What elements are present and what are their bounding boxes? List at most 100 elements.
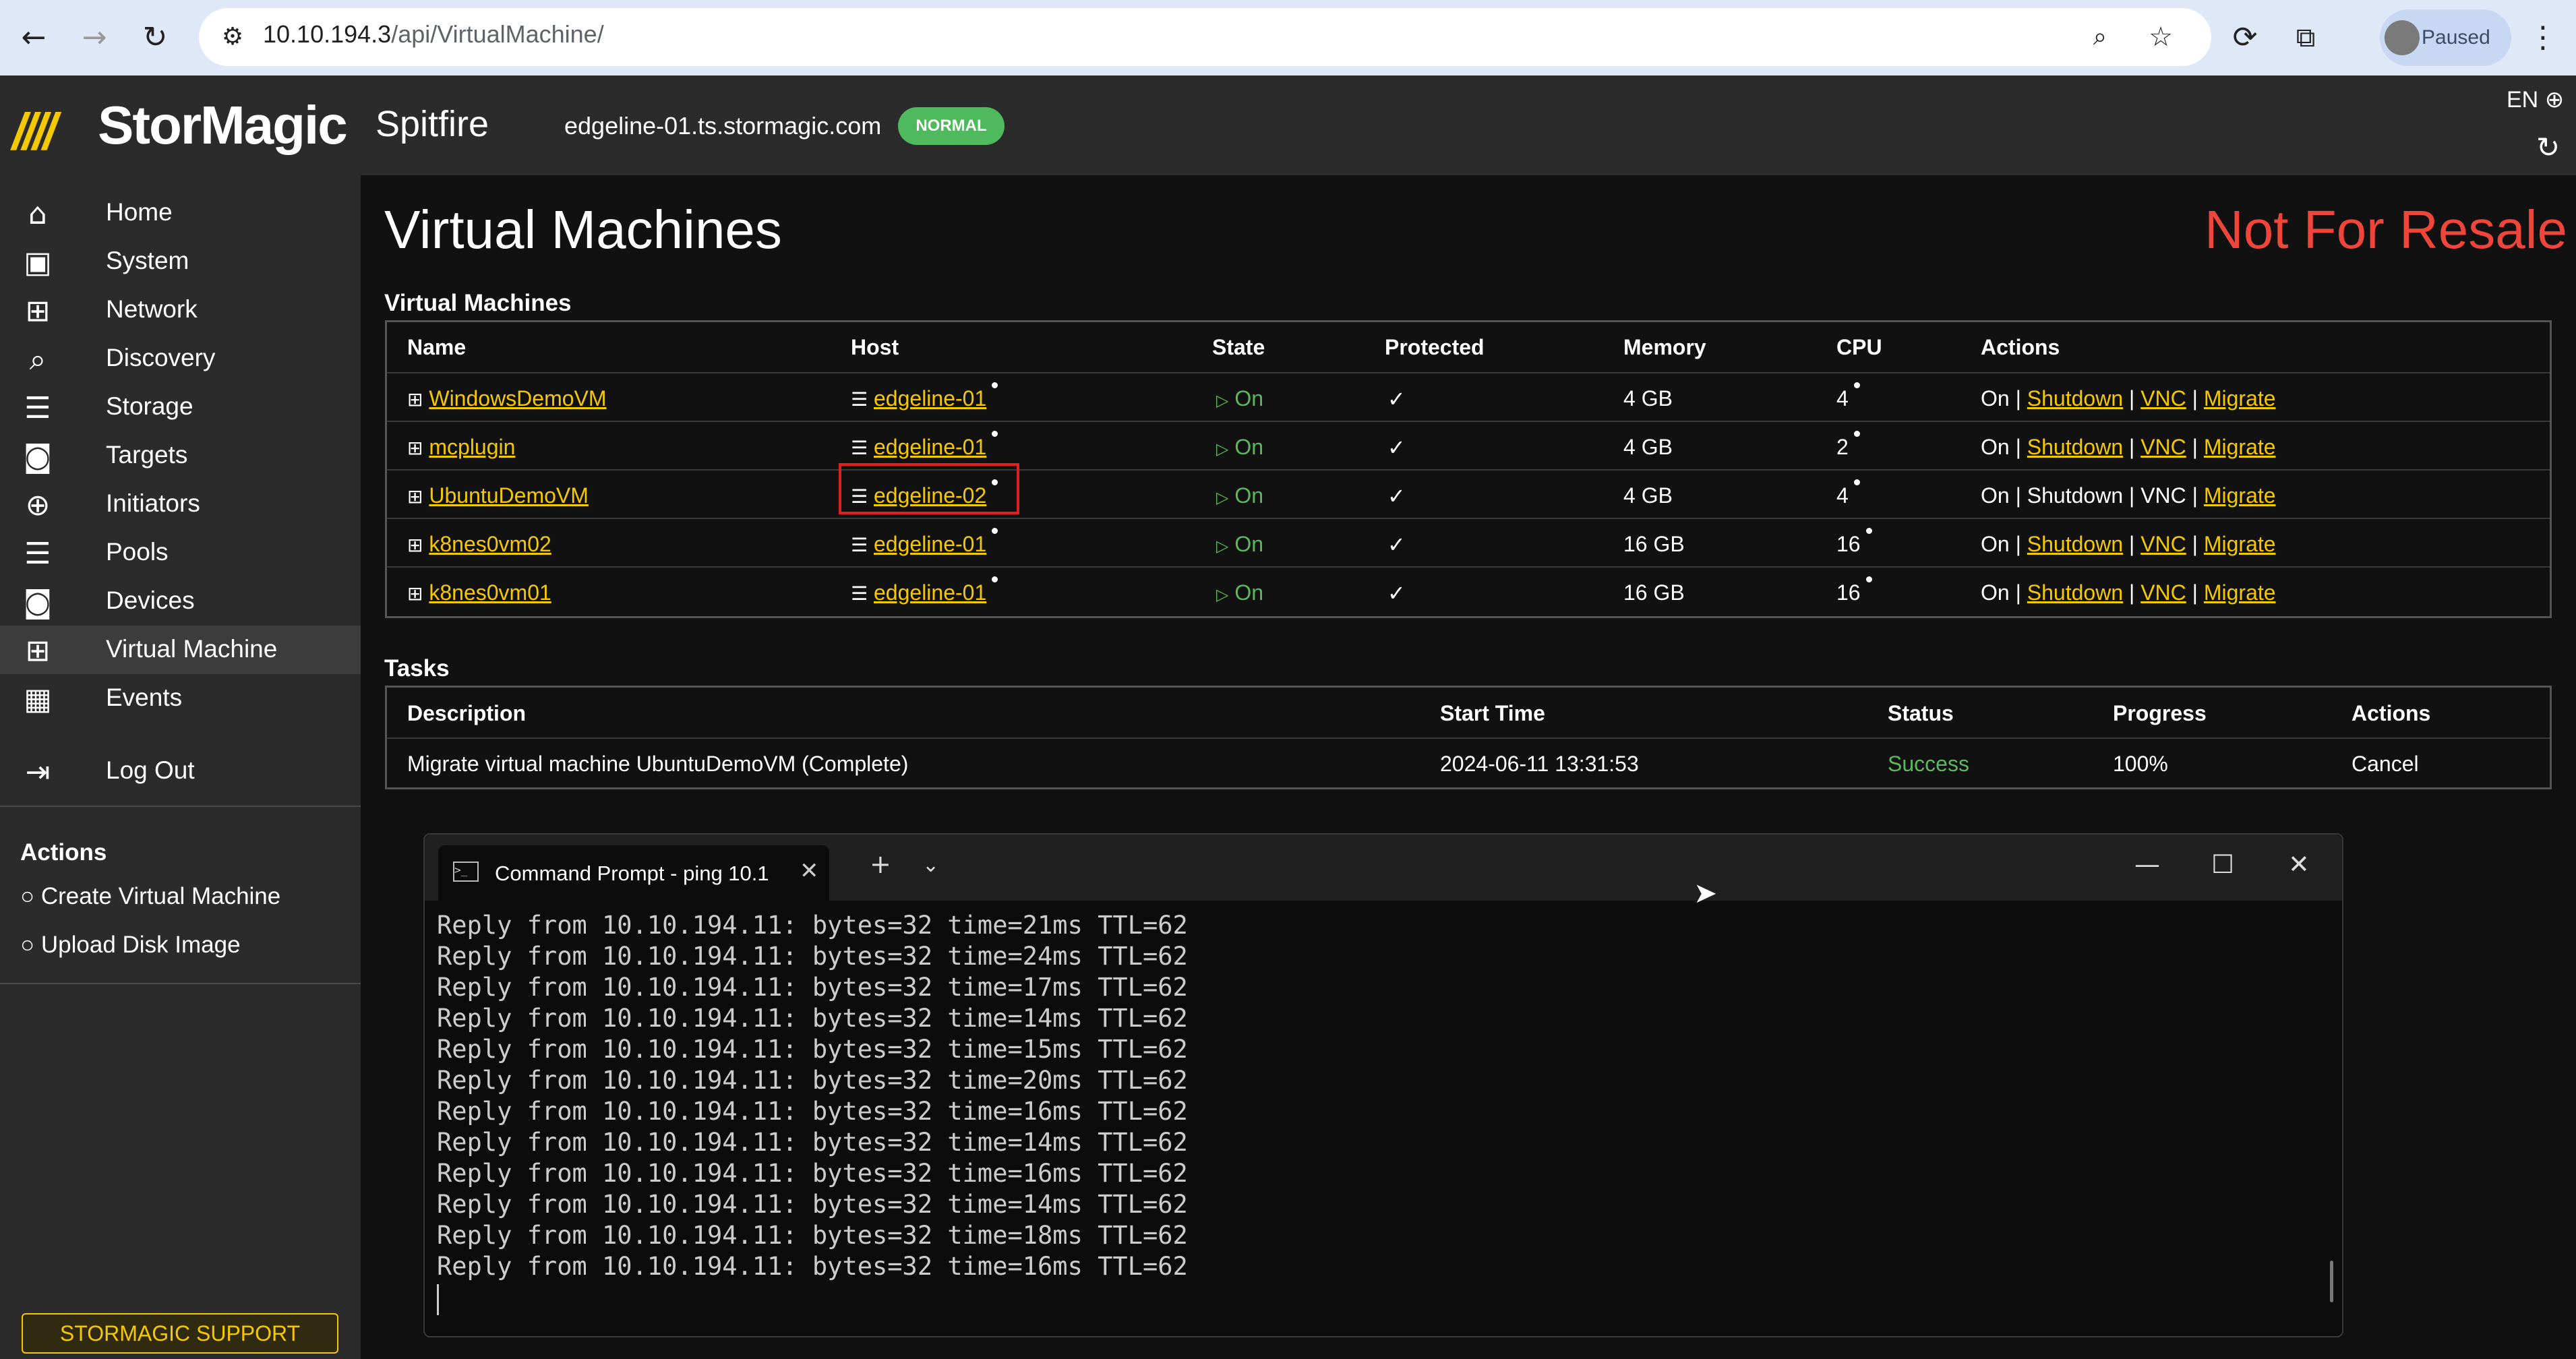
sidebar-item-home[interactable]: ⌂ Home — [0, 189, 361, 237]
sidebar-item-logout[interactable]: ⇥ Log Out — [0, 747, 361, 795]
sidebar-item-devices[interactable]: ◙ Devices — [0, 577, 361, 626]
maximize-icon[interactable]: ☐ — [2211, 849, 2234, 879]
sidebar-item-network[interactable]: ⊞ Network — [0, 286, 361, 334]
sidebar-item-storage[interactable]: ☰ Storage — [0, 383, 361, 431]
column-header: Host — [851, 335, 899, 359]
sidebar: ⌂ Home ▣ System ⊞ Network ⌕ Discovery ☰ Stora… — [0, 175, 361, 1359]
host-link[interactable]: edgeline-01 — [874, 386, 986, 411]
vm-name-link[interactable]: k8nes0vm01 — [429, 580, 551, 605]
terminal-line: Reply from 10.10.194.11: bytes=32 time=1… — [437, 1252, 1188, 1281]
zoom-icon[interactable]: ⌕ — [2080, 17, 2120, 57]
column-header: Start Time — [1440, 701, 1545, 725]
sidebar-item-initiators[interactable]: ⊕ Initiators — [0, 480, 361, 528]
play-icon: ▷ — [1216, 537, 1229, 555]
bookmark-star-icon[interactable]: ☆ — [2140, 17, 2181, 57]
vnc-disabled: VNC — [2140, 483, 2186, 508]
vm-name-link[interactable]: WindowsDemoVM — [429, 386, 606, 411]
logo: StorMagic — [98, 95, 348, 155]
bullet-icon: ○ — [20, 883, 41, 909]
host-link[interactable]: edgeline-01 — [874, 580, 986, 605]
vnc-link[interactable]: VNC — [2140, 532, 2186, 556]
vm-icon: ⊞ — [407, 485, 423, 508]
status-badge: NORMAL — [898, 107, 1005, 145]
migrate-link[interactable]: Migrate — [2204, 386, 2276, 411]
checkmark-icon: ✓ — [1387, 484, 1406, 508]
task-cancel-action[interactable]: Cancel — [2352, 752, 2419, 777]
vm-icon: ⊞ — [407, 388, 423, 411]
chevron-down-icon[interactable]: ⌄ — [922, 853, 939, 877]
support-button[interactable]: STORMAGIC SUPPORT — [22, 1313, 338, 1354]
migrate-link[interactable]: Migrate — [2204, 483, 2276, 508]
shutdown-link[interactable]: Shutdown — [2027, 386, 2123, 411]
targets-icon: ◙ — [23, 440, 53, 474]
vm-name-link[interactable]: UbuntuDemoVM — [429, 483, 589, 508]
task-description: Migrate virtual machine UbuntuDemoVM (Co… — [407, 752, 909, 776]
table-row: Migrate virtual machine UbuntuDemoVM (Co… — [387, 737, 2550, 787]
action-on: On — [1981, 580, 2010, 605]
sidebar-item-virtual-machine[interactable]: ⊞ Virtual Machine — [0, 626, 361, 674]
migrate-link[interactable]: Migrate — [2204, 532, 2276, 556]
migrate-link[interactable]: Migrate — [2204, 435, 2276, 459]
host-icon: ☰ — [851, 388, 868, 411]
sidebar-item-events[interactable]: ▦ Events — [0, 674, 361, 723]
vm-icon: ⊞ — [407, 534, 423, 556]
sidebar-item-pools[interactable]: ☰ Pools — [0, 528, 361, 577]
terminal-window[interactable]: >_ Command Prompt - ping 10.1 ✕ + ⌄ — ☐ … — [423, 833, 2343, 1337]
site-info-icon[interactable]: ⚙ — [212, 17, 253, 57]
vnc-link[interactable]: VNC — [2140, 435, 2186, 459]
refresh-icon[interactable]: ↻ — [2536, 131, 2560, 164]
terminal-output[interactable]: Reply from 10.10.194.11: bytes=32 time=2… — [437, 910, 1188, 1282]
checkmark-icon: ✓ — [1387, 387, 1406, 411]
vnc-link[interactable]: VNC — [2140, 580, 2186, 605]
upload-disk-image-link[interactable]: ○ Upload Disk Image — [20, 932, 241, 959]
sidebar-divider — [0, 806, 361, 807]
storage-icon: ☰ — [24, 391, 51, 425]
host-highlight-box — [839, 463, 1019, 514]
menu-icon[interactable]: ⋮ — [2523, 18, 2563, 58]
create-vm-link[interactable]: ○ Create Virtual Machine — [20, 883, 280, 910]
sidebar-item-targets[interactable]: ◙ Targets — [0, 431, 361, 480]
status-dot-icon — [992, 382, 998, 388]
discovery-icon: ⌕ — [29, 342, 47, 377]
reload-icon[interactable]: ↻ — [135, 18, 175, 58]
url-text[interactable]: 10.10.194.3/api/VirtualMachine/ — [263, 20, 604, 49]
shutdown-link[interactable]: Shutdown — [2027, 532, 2123, 556]
close-tab-icon[interactable]: ✕ — [800, 857, 819, 884]
task-progress: 100% — [2113, 752, 2168, 776]
language-selector[interactable]: EN ⊕ — [2507, 86, 2564, 113]
action-on: On — [1981, 386, 2010, 411]
forward-icon[interactable]: → — [74, 18, 115, 58]
terminal-line: Reply from 10.10.194.11: bytes=32 time=1… — [437, 1190, 1188, 1219]
logo-mark-icon: //// — [12, 103, 57, 160]
extensions-icon[interactable]: ⧉ — [2285, 18, 2326, 58]
shutdown-link[interactable]: Shutdown — [2027, 580, 2123, 605]
hostname: edgeline-01.ts.stormagic.com — [564, 112, 882, 140]
sidebar-item-system[interactable]: ▣ System — [0, 237, 361, 286]
tasks-section-title: Tasks — [384, 655, 450, 682]
vm-name-link[interactable]: mcplugin — [429, 435, 515, 459]
sidebar-item-discovery[interactable]: ⌕ Discovery — [0, 334, 361, 383]
shutdown-link[interactable]: Shutdown — [2027, 435, 2123, 459]
command-prompt-icon: >_ — [453, 862, 479, 882]
vnc-link[interactable]: VNC — [2140, 386, 2186, 411]
minimize-icon[interactable]: — — [2134, 849, 2160, 879]
new-tab-icon[interactable]: + — [870, 849, 891, 879]
host-link[interactable]: edgeline-01 — [874, 532, 986, 556]
status-dot-icon — [992, 431, 998, 437]
host-link[interactable]: edgeline-01 — [874, 435, 986, 459]
migrate-link[interactable]: Migrate — [2204, 580, 2276, 605]
terminal-scrollbar[interactable] — [2330, 1261, 2333, 1302]
status-dot-icon — [992, 576, 998, 582]
vm-name-link[interactable]: k8nes0vm02 — [429, 532, 551, 556]
back-icon[interactable]: ← — [13, 18, 54, 58]
close-icon[interactable]: ✕ — [2288, 849, 2310, 879]
table-row: ⊞ WindowsDemoVM ☰ edgeline-01 ▷ On ✓ 4 G… — [387, 372, 2550, 422]
play-icon: ▷ — [1216, 440, 1229, 458]
info-dot-icon — [1865, 576, 1872, 582]
sync-icon[interactable]: ⟳ — [2225, 18, 2265, 58]
terminal-line: Reply from 10.10.194.11: bytes=32 time=1… — [437, 1128, 1188, 1157]
vm-memory: 16 GB — [1623, 580, 1685, 605]
terminal-tab[interactable]: >_ Command Prompt - ping 10.1 ✕ — [438, 845, 829, 901]
play-icon: ▷ — [1216, 585, 1229, 604]
host-icon: ☰ — [851, 534, 868, 556]
